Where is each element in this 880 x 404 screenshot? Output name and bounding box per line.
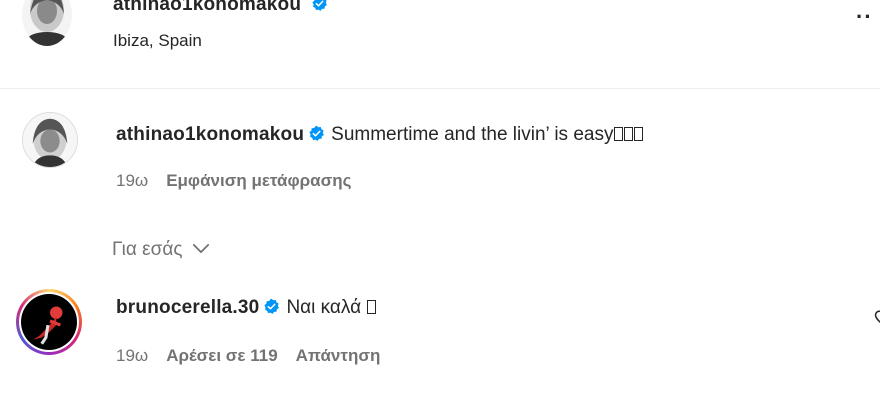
comment-text: Ναι καλά	[286, 297, 362, 318]
caption-text: Summertime and the livin’ is easy	[331, 124, 614, 145]
portrait-image	[23, 113, 77, 167]
post-author-username[interactable]: athinao1konomakou	[113, 0, 334, 16]
caption-meta: 19ω Εμφάνιση μετάφρασης	[116, 171, 369, 191]
chevron-down-icon[interactable]	[192, 243, 210, 254]
filter-label[interactable]: Για εσάς	[112, 239, 182, 260]
emoji-placeholder-icon	[634, 127, 644, 141]
caption-time: 19ω	[116, 171, 149, 190]
comment-username[interactable]: brunocerella.30	[116, 297, 259, 318]
post-author-avatar[interactable]	[22, 0, 72, 46]
emoji-placeholder-icon	[367, 300, 377, 314]
emoji-placeholder-icon	[624, 127, 634, 141]
comment-likes-link[interactable]: Αρέσει σε 119	[166, 346, 277, 365]
emoji-placeholder-icon	[614, 127, 624, 141]
comment-meta: 19ω Αρέσει σε 119 Απάντηση	[116, 346, 398, 366]
more-options-icon[interactable]: ··	[856, 4, 873, 30]
post-location[interactable]: Ibiza, Spain	[113, 31, 202, 51]
like-comment-heart-icon[interactable]	[874, 309, 880, 327]
see-translation-link[interactable]: Εμφάνιση μετάφρασης	[166, 171, 351, 190]
comment-line: brunocerella.30 Ναι καλά	[116, 297, 377, 319]
caption-line: athinao1konomakou Summertime and the liv…	[116, 124, 644, 146]
verified-badge-icon	[264, 298, 280, 314]
commenter-avatar	[21, 294, 77, 350]
caption-username[interactable]: athinao1konomakou	[116, 124, 304, 145]
header-divider	[0, 88, 880, 89]
post-author-username-text[interactable]: athinao1konomakou	[113, 0, 301, 15]
comment-filter-dropdown[interactable]: Για εσάς	[112, 239, 210, 261]
verified-badge-icon	[309, 125, 325, 141]
reply-button[interactable]: Απάντηση	[296, 346, 381, 365]
verified-badge-icon	[312, 0, 327, 11]
caption-author-avatar[interactable]	[22, 112, 78, 168]
portrait-image	[22, 0, 72, 46]
comment-time: 19ω	[116, 346, 149, 365]
commenter-avatar-story-ring[interactable]	[16, 289, 82, 355]
